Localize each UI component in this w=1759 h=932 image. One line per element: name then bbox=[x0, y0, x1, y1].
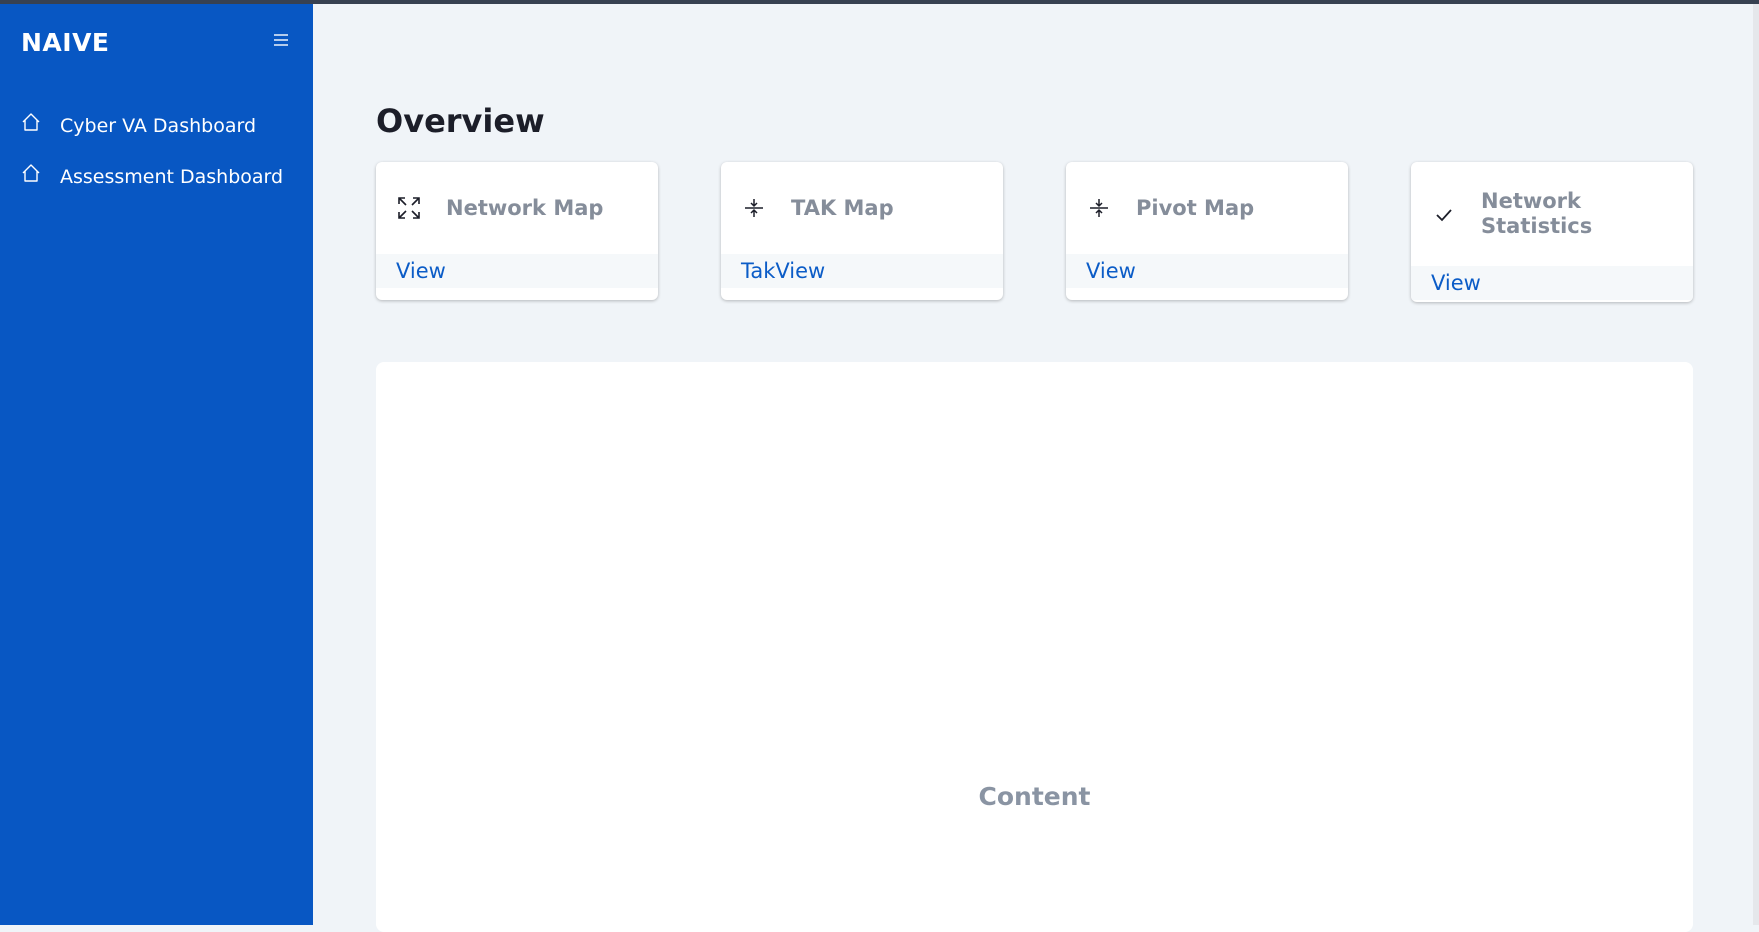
tak-map-view-link[interactable]: TakView bbox=[741, 259, 825, 283]
card-title: Network Statistics bbox=[1481, 189, 1593, 238]
content-panel: Content bbox=[376, 362, 1693, 932]
sidebar-item-label: Assessment Dashboard bbox=[60, 165, 284, 188]
page-scrollbar[interactable] bbox=[1753, 4, 1759, 925]
network-map-view-link[interactable]: View bbox=[396, 259, 446, 283]
sidebar-item-label: Cyber VA Dashboard bbox=[60, 114, 257, 137]
hamburger-icon[interactable] bbox=[272, 32, 290, 48]
collapse-vertical-icon bbox=[1086, 195, 1112, 221]
card-header: Network Map bbox=[376, 162, 658, 254]
card-title: Network Map bbox=[446, 195, 604, 220]
card-title: TAK Map bbox=[791, 195, 894, 220]
collapse-vertical-icon bbox=[741, 195, 767, 221]
sidebar-item-assessment-dashboard[interactable]: Assessment Dashboard bbox=[0, 151, 313, 202]
network-statistics-card: Network Statistics View bbox=[1411, 162, 1693, 302]
sidebar-item-cyber-va-dashboard[interactable]: Cyber VA Dashboard bbox=[0, 100, 313, 151]
tak-map-card: TAK Map TakView bbox=[721, 162, 1003, 300]
home-icon bbox=[20, 162, 42, 184]
card-footer: View bbox=[376, 254, 658, 288]
network-map-card: Network Map View bbox=[376, 162, 658, 300]
page-title: Overview bbox=[376, 102, 545, 140]
main-content: Overview Network Map View TAK Map TakVie… bbox=[313, 4, 1753, 932]
content-placeholder: Content bbox=[978, 782, 1091, 811]
expand-arrows-icon bbox=[396, 195, 422, 221]
brand-logo: NAIVE bbox=[21, 28, 110, 57]
card-footer: View bbox=[1066, 254, 1348, 288]
network-statistics-view-link[interactable]: View bbox=[1431, 271, 1481, 295]
sidebar: NAIVE Cyber VA Dashboard Assessment Dash… bbox=[0, 4, 313, 925]
pivot-map-card: Pivot Map View bbox=[1066, 162, 1348, 300]
pivot-map-view-link[interactable]: View bbox=[1086, 259, 1136, 283]
home-icon bbox=[20, 111, 42, 133]
card-title: Pivot Map bbox=[1136, 195, 1255, 220]
card-footer: View bbox=[1411, 266, 1693, 300]
sidebar-nav: Cyber VA Dashboard Assessment Dashboard bbox=[0, 100, 313, 202]
card-header: Network Statistics bbox=[1411, 162, 1693, 266]
card-header: Pivot Map bbox=[1066, 162, 1348, 254]
card-header: TAK Map bbox=[721, 162, 1003, 254]
card-footer: TakView bbox=[721, 254, 1003, 288]
check-icon bbox=[1431, 201, 1457, 227]
